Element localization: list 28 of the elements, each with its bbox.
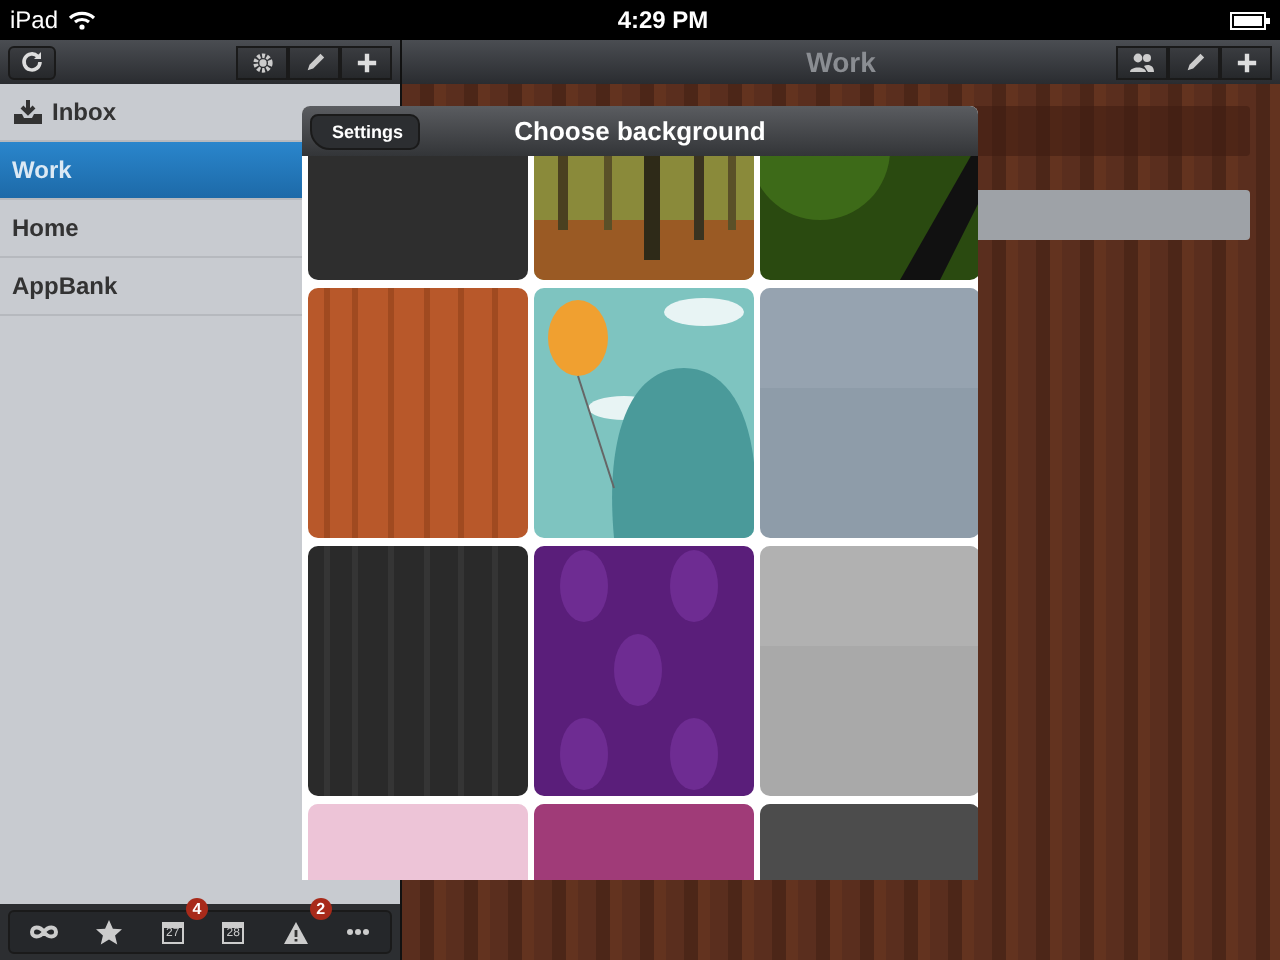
infinity-icon [29,924,58,940]
share-button[interactable] [1116,45,1168,79]
device-name: iPad [10,6,59,34]
plus-icon [1235,51,1257,73]
count-badge: 2 [310,898,332,920]
warning-icon [283,921,308,943]
people-icon [1130,52,1154,72]
add-button[interactable] [1220,45,1272,79]
edit-button[interactable] [288,45,340,79]
count-badge: 4 [186,898,208,920]
battery-icon [1229,11,1270,29]
plus-icon [355,51,377,73]
sync-button[interactable] [8,45,56,79]
star-icon [96,919,123,945]
inbox-icon [12,99,44,125]
edit-button[interactable] [1168,45,1220,79]
pencil-icon [1183,51,1205,73]
pencil-icon [303,51,325,73]
settings-button[interactable] [236,45,288,79]
refresh-icon [20,50,44,74]
more-icon [346,928,371,936]
wifi-icon [68,10,97,30]
add-button[interactable] [340,45,392,79]
popover-title: Choose background [514,116,766,146]
clock-time: 4:29 PM [617,6,709,34]
back-button[interactable]: Settings [310,113,420,149]
list-title: Work [806,46,876,78]
gear-icon [251,51,273,73]
